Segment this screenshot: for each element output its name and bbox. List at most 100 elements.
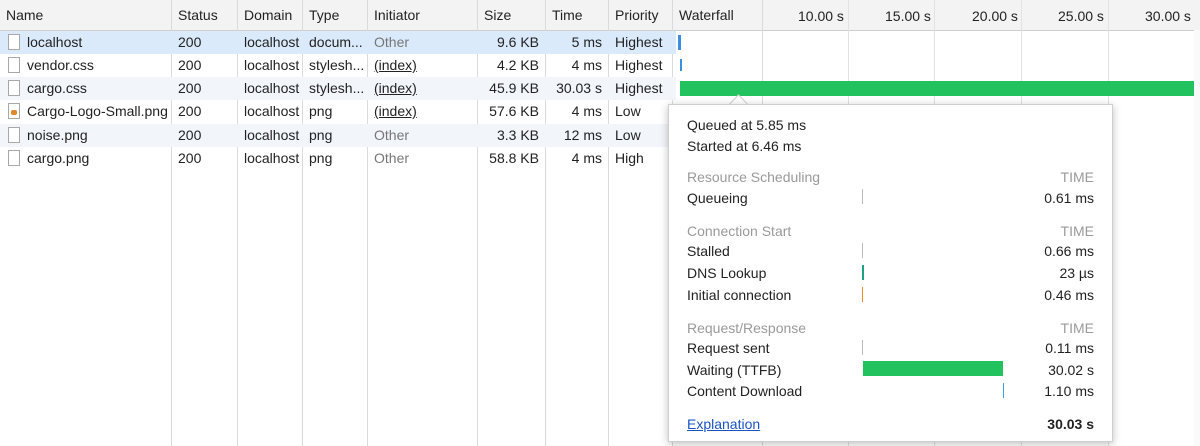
timing-bar: [862, 243, 863, 258]
request-status: 200: [178, 127, 202, 143]
request-domain: localhost: [244, 150, 300, 166]
request-initiator-link[interactable]: (index): [368, 100, 477, 123]
document-icon: [8, 80, 20, 96]
request-priority: Low: [615, 103, 641, 119]
column-header-domain[interactable]: Domain: [238, 0, 302, 30]
timing-bar: [862, 189, 863, 204]
request-domain: localhost: [244, 103, 300, 119]
timing-value: 0.61 ms: [1044, 190, 1094, 206]
column-header-name[interactable]: Name: [0, 0, 171, 30]
request-domain: localhost: [244, 57, 300, 73]
queued-at-text: Queued at 5.85 ms: [687, 117, 807, 133]
time-header: TIME: [1060, 169, 1094, 185]
timing-bar: [862, 340, 863, 355]
request-priority: High: [615, 150, 644, 166]
document-icon: [8, 57, 20, 73]
request-name: cargo.css: [27, 80, 87, 96]
request-name: Cargo-Logo-Small.png: [27, 103, 168, 119]
request-type: docum...: [309, 34, 363, 50]
waterfall-bar: [680, 59, 682, 71]
request-name: cargo.png: [27, 150, 90, 166]
request-domain: localhost: [244, 127, 300, 143]
waterfall-tick-label: 25.00 s: [1058, 8, 1104, 24]
request-name: localhost: [27, 34, 83, 50]
request-row[interactable]: cargo.css 200 localhost stylesh... (inde…: [0, 77, 676, 100]
timing-bar: [1003, 383, 1004, 398]
request-size: 3.3 KB: [496, 127, 539, 143]
timing-value: 0.46 ms: [1044, 287, 1094, 303]
request-status: 200: [178, 80, 202, 96]
request-initiator: Other: [374, 127, 410, 143]
waterfall-row: [676, 77, 1200, 100]
timing-bar: [863, 361, 1003, 376]
request-time: 4 ms: [571, 150, 602, 166]
request-row[interactable]: localhost 200 localhost docum... Other 9…: [0, 31, 676, 54]
column-header-size[interactable]: Size: [478, 0, 545, 30]
section-title: Connection Start: [687, 223, 792, 239]
section-title: Resource Scheduling: [687, 169, 821, 185]
request-row[interactable]: Cargo-Logo-Small.png 200 localhost png (…: [0, 100, 676, 123]
request-size: 58.8 KB: [489, 150, 539, 166]
request-time: 4 ms: [571, 103, 602, 119]
document-icon: [8, 150, 20, 166]
request-initiator: Other: [374, 34, 410, 50]
explanation-link[interactable]: Explanation: [687, 416, 760, 432]
time-header: TIME: [1060, 223, 1094, 239]
timing-label: DNS Lookup: [687, 265, 767, 281]
total-time: 30.03 s: [1047, 416, 1094, 432]
column-header-waterfall[interactable]: Waterfall: [673, 0, 762, 30]
request-domain: localhost: [244, 80, 300, 96]
timing-label: Waiting (TTFB): [687, 362, 782, 378]
image-file-icon: [8, 103, 20, 119]
network-panel: Name Status Domain Type Initiator Size T…: [0, 0, 1200, 446]
timing-popup: Queued at 5.85 ms Started at 6.46 ms Res…: [668, 104, 1113, 442]
request-time: 30.03 s: [556, 80, 602, 96]
column-header-time[interactable]: Time: [546, 0, 608, 30]
column-header-type[interactable]: Type: [303, 0, 367, 30]
timing-value: 1.10 ms: [1044, 383, 1094, 399]
document-icon: [8, 34, 20, 50]
request-name: noise.png: [27, 127, 88, 143]
column-header-priority[interactable]: Priority: [609, 0, 672, 30]
request-size: 57.6 KB: [489, 103, 539, 119]
waterfall-tick-label: 20.00 s: [972, 8, 1018, 24]
request-row[interactable]: noise.png 200 localhost png Other 3.3 KB…: [0, 124, 676, 147]
request-priority: Highest: [615, 34, 663, 50]
column-header-initiator[interactable]: Initiator: [368, 0, 477, 30]
request-type: png: [309, 150, 333, 166]
waterfall-row: [676, 31, 1200, 54]
request-status: 200: [178, 103, 202, 119]
request-row[interactable]: vendor.css 200 localhost stylesh... (ind…: [0, 54, 676, 77]
request-type: stylesh...: [309, 57, 365, 73]
timing-label: Queueing: [687, 190, 748, 206]
section-title: Request/Response: [687, 320, 807, 336]
timing-label: Initial connection: [687, 287, 792, 303]
request-type: png: [309, 103, 333, 119]
time-header: TIME: [1060, 320, 1094, 336]
request-type: png: [309, 127, 333, 143]
request-size: 45.9 KB: [489, 80, 539, 96]
request-initiator-link[interactable]: (index): [368, 54, 477, 77]
scrollbar[interactable]: [1194, 30, 1200, 446]
timing-value: 23 µs: [1059, 265, 1094, 281]
request-priority: Highest: [615, 80, 663, 96]
timing-value: 0.11 ms: [1045, 340, 1094, 356]
request-size: 4.2 KB: [496, 57, 539, 73]
waterfall-row: [676, 54, 1200, 77]
request-domain: localhost: [244, 34, 300, 50]
started-at-text: Started at 6.46 ms: [687, 138, 802, 154]
request-status: 200: [178, 150, 202, 166]
column-header-status[interactable]: Status: [172, 0, 237, 30]
timing-value: 0.66 ms: [1044, 243, 1094, 259]
request-row[interactable]: cargo.png 200 localhost png Other 58.8 K…: [0, 147, 676, 170]
timing-value: 30.02 s: [1048, 362, 1094, 378]
request-initiator-link[interactable]: (index): [368, 77, 477, 100]
request-time: 4 ms: [571, 57, 602, 73]
timing-label: Request sent: [687, 340, 770, 356]
timing-bar: [862, 265, 864, 280]
request-size: 9.6 KB: [496, 34, 539, 50]
request-time: 5 ms: [571, 34, 602, 50]
timing-label: Content Download: [687, 383, 803, 399]
waterfall-tick-label: 30.00 s: [1145, 8, 1191, 24]
waterfall-tick-label: 10.00 s: [798, 8, 844, 24]
